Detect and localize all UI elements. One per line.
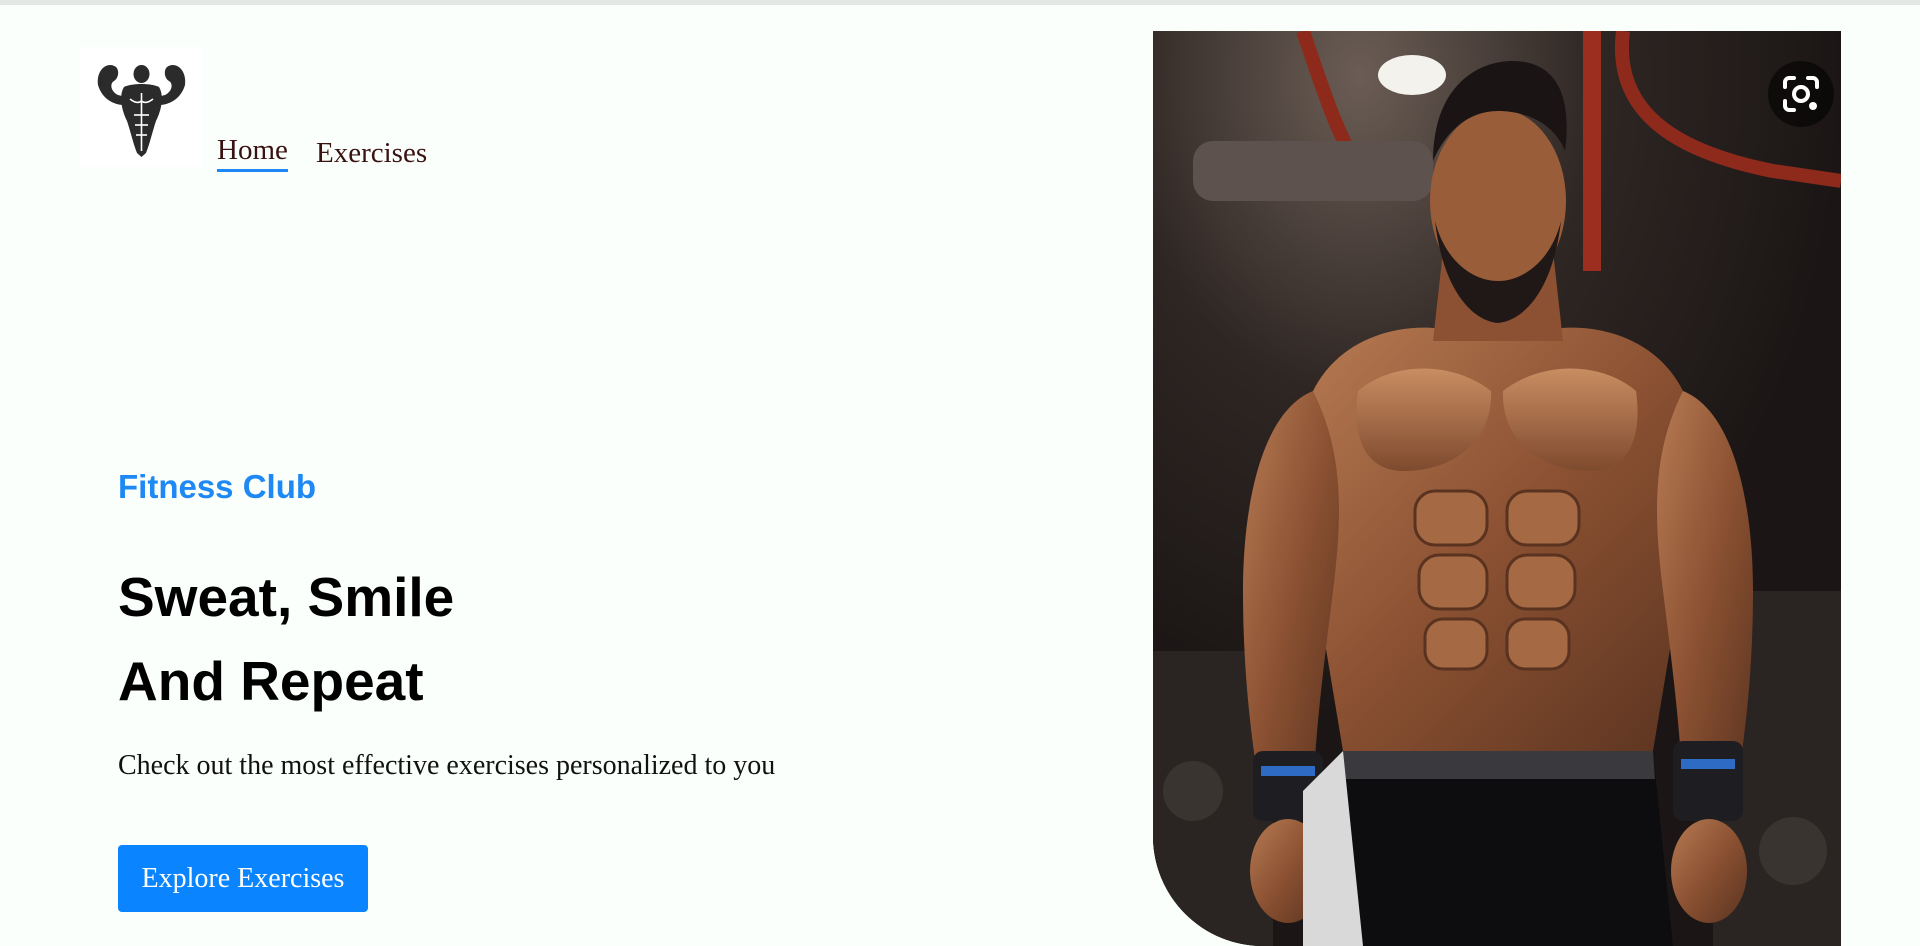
visual-search-button[interactable] [1768, 61, 1834, 127]
visual-search-icon [1783, 76, 1819, 112]
nav-exercises-link[interactable]: Exercises [316, 136, 427, 170]
bodybuilder-logo-icon [97, 65, 186, 157]
top-divider [0, 0, 1920, 5]
hero-title-line-2: And Repeat [118, 650, 424, 712]
hero-title: Sweat, Smile And Repeat [118, 555, 454, 723]
logo[interactable] [80, 47, 203, 167]
hero-subtitle: Check out the most effective exercises p… [118, 750, 776, 781]
explore-exercises-button[interactable]: Explore Exercises [118, 845, 368, 912]
nav-home-link[interactable]: Home [217, 133, 288, 172]
hero-eyebrow: Fitness Club [118, 468, 317, 505]
bodybuilder-photo [1153, 31, 1841, 946]
hero-banner-image [1153, 31, 1841, 946]
hero-title-line-1: Sweat, Smile [118, 566, 455, 628]
